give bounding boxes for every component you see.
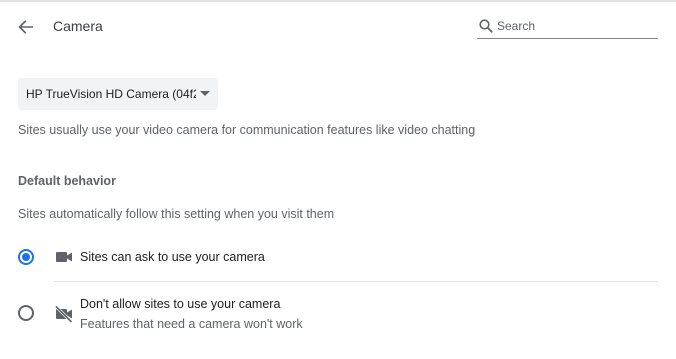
- radio-block-camera[interactable]: [18, 305, 34, 321]
- search-icon: [479, 19, 493, 33]
- option-ask-camera[interactable]: Sites can ask to use your camera: [0, 238, 676, 278]
- camera-settings-page: Camera HP TrueVision HD Camera (04f2:b5e…: [0, 0, 676, 359]
- back-button[interactable]: [14, 15, 38, 39]
- default-behavior-heading: Default behavior: [18, 174, 116, 188]
- videocam-icon: [56, 252, 72, 262]
- radio-ask-camera[interactable]: [18, 249, 34, 265]
- arrow-back-icon: [18, 20, 33, 34]
- camera-device-select[interactable]: HP TrueVision HD Camera (04f2:b5e2): [18, 78, 218, 110]
- videocam-off-icon: [54, 305, 73, 324]
- camera-description: Sites usually use your video camera for …: [18, 123, 476, 137]
- option-block-camera-sublabel: Features that need a camera won't work: [80, 317, 303, 331]
- option-divider: [54, 281, 658, 282]
- option-ask-camera-label: Sites can ask to use your camera: [80, 250, 265, 264]
- default-behavior-subtitle: Sites automatically follow this setting …: [18, 207, 335, 221]
- page-title: Camera: [53, 18, 103, 34]
- option-block-camera-label: Don't allow sites to use your camera: [80, 297, 281, 311]
- search-box[interactable]: [477, 15, 658, 39]
- search-input[interactable]: [497, 17, 655, 35]
- chevron-down-icon: [200, 91, 210, 96]
- option-block-camera[interactable]: Don't allow sites to use your camera Fea…: [0, 285, 676, 341]
- camera-device-selected-value: HP TrueVision HD Camera (04f2:b5e2): [26, 87, 196, 101]
